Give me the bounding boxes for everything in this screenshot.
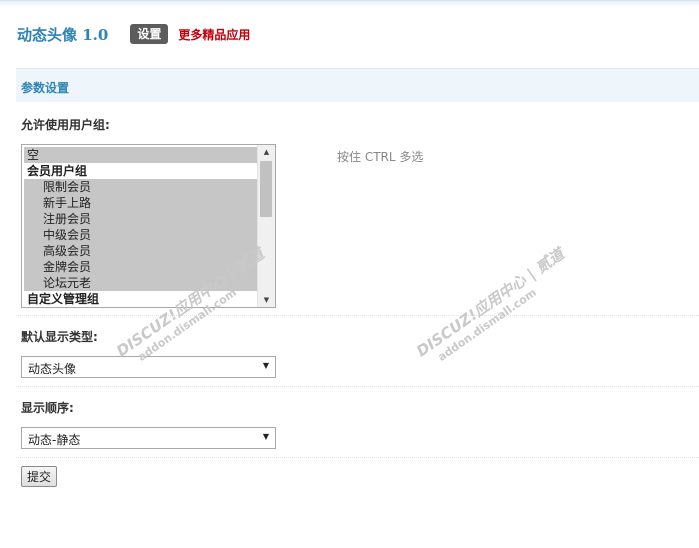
top-strip: [0, 0, 699, 7]
listbox-option[interactable]: 空: [24, 147, 257, 163]
display-order-select[interactable]: 动态-静态 ▼: [21, 427, 276, 449]
submit-button[interactable]: 提交: [21, 466, 58, 487]
chevron-down-icon: ▼: [262, 432, 269, 441]
watermark-url: addon.dismall.com: [435, 286, 539, 364]
settings-button[interactable]: 设置: [130, 24, 169, 44]
display-order-label: 显示顺序:: [21, 401, 74, 415]
optgroup-label: 会员用户组: [24, 163, 257, 179]
user-groups-label: 允许使用用户组:: [21, 118, 110, 132]
section-header: 参数设置: [16, 68, 699, 102]
listbox-option[interactable]: 新手上路: [24, 195, 257, 211]
divider: [16, 315, 699, 316]
app-title: 动态头像 1.0: [17, 25, 109, 44]
scroll-down-icon[interactable]: ▼: [258, 293, 275, 307]
more-apps-link[interactable]: 更多精品应用: [178, 26, 250, 43]
listbox-option[interactable]: 中级会员: [24, 227, 257, 243]
scroll-thumb[interactable]: [260, 161, 272, 217]
display-order-value: 动态-静态: [28, 433, 81, 447]
optgroup-label: 自定义管理组: [24, 291, 257, 307]
scroll-up-icon[interactable]: ▲: [258, 145, 275, 159]
listbox-option[interactable]: 注册会员: [24, 211, 257, 227]
display-type-label: 默认显示类型:: [21, 330, 98, 344]
user-groups-listbox[interactable]: 空会员用户组 限制会员 新手上路 注册会员 中级会员 高级会员 金牌会员 论坛元老 自定义管理组…: [21, 144, 276, 308]
chevron-down-icon: ▼: [262, 361, 269, 370]
divider: [16, 386, 699, 387]
listbox-option[interactable]: 金牌会员: [24, 259, 257, 275]
listbox-option[interactable]: 论坛元老: [24, 275, 257, 291]
display-type-value: 动态头像: [28, 362, 77, 376]
user-groups-options: 空会员用户组 限制会员 新手上路 注册会员 中级会员 高级会员 金牌会员 论坛元老 自定义管理组: [24, 147, 257, 307]
divider: [16, 457, 699, 458]
listbox-option[interactable]: 高级会员: [24, 243, 257, 259]
display-type-select[interactable]: 动态头像 ▼: [21, 356, 276, 378]
watermark-text: DISCUZ!应用中心 | 贰道: [413, 244, 568, 361]
multi-select-hint: 按住 CTRL 多选: [337, 150, 424, 164]
listbox-option[interactable]: 限制会员: [24, 179, 257, 195]
header: 动态头像 1.0 设置 更多精品应用: [17, 22, 250, 46]
section-title: 参数设置: [21, 81, 70, 95]
listbox-scrollbar[interactable]: ▲ ▼: [257, 145, 275, 307]
